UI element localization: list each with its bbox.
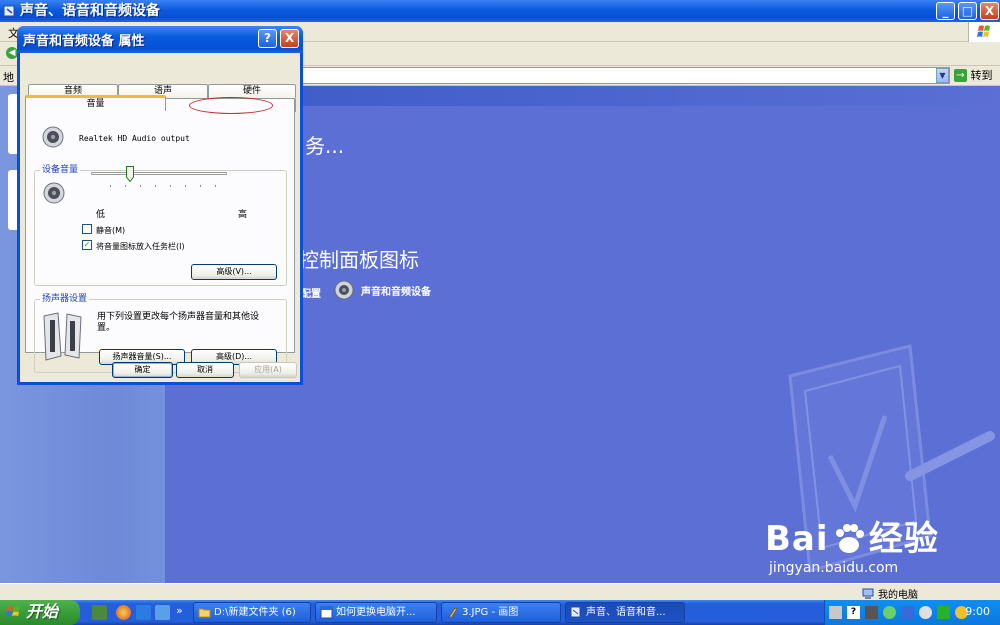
slider-tick [140, 185, 141, 187]
mute-label: 静音(M) [96, 226, 126, 235]
speaker-icon [334, 280, 354, 300]
speaker-settings-group-label: 扬声器设置 [40, 294, 90, 305]
volume-low-label: 低 [96, 210, 106, 220]
quicklaunch-media-icon[interactable] [155, 605, 170, 620]
taskbar-item-sound-devices[interactable]: 声音、语音和音... [565, 602, 685, 623]
baidu-logo-suffix: 经验 [868, 519, 939, 559]
dialog-body: 音频 语声 硬件 音量 声音 Realtek HD Audio output 设… [20, 53, 300, 382]
go-label: 转到 [970, 69, 993, 82]
speaker-description-line2: 置。 [97, 323, 116, 333]
maximize-button[interactable]: □ [958, 2, 977, 20]
advanced-volume-button[interactable]: 高级(V)... [191, 264, 277, 280]
slider-tick [215, 185, 216, 187]
taskbar-item-label: 3.JPG - 画图 [462, 607, 519, 618]
dialog-titlebar[interactable]: 声音和音频设备 属性 ? X [17, 26, 303, 53]
slider-tick [200, 185, 201, 187]
wifi-icon[interactable] [883, 606, 896, 619]
quicklaunch-ie-icon[interactable] [136, 605, 151, 620]
status-computer-label: 我的电脑 [878, 590, 918, 601]
dialog-title: 声音和音频设备 属性 [23, 34, 145, 49]
sound-properties-dialog: 声音和音频设备 属性 ? X 音频 语声 硬件 音量 声音 Realtek HD… [17, 26, 303, 385]
volume-slider-track[interactable] [91, 172, 227, 175]
mute-checkbox[interactable] [82, 224, 92, 234]
baidu-watermark: Bai 经验 jingyan.baidu.com [765, 511, 939, 576]
tab-volume[interactable]: 音量 [25, 95, 166, 111]
taskbar-item-folder[interactable]: D:\新建文件夹 (6) [193, 602, 311, 623]
dialog-close-button[interactable]: X [280, 29, 299, 48]
taskbar-item-paint[interactable]: 3.JPG - 画图 [441, 602, 561, 623]
slider-tick [155, 185, 156, 187]
device-volume-group-label: 设备音量 [40, 165, 81, 176]
cancel-button[interactable]: 取消 [176, 362, 234, 378]
computer-icon [862, 588, 874, 599]
status-bar: 我的电脑 [0, 583, 1000, 601]
close-button[interactable]: X [980, 2, 999, 20]
sound-devices-label: 声音和音频设备 [361, 286, 431, 298]
taskbar: 开始 » D:\新建文件夹 (6) 如何更换电脑开... 3.JPG - 画图 … [0, 600, 1000, 625]
tab-hardware[interactable]: 硬件 [208, 84, 296, 98]
sounds-tab-annotation-circle [189, 97, 273, 114]
volume-high-label: 高 [238, 210, 248, 220]
address-label: 地 [3, 71, 14, 84]
volume-icon[interactable] [919, 606, 932, 619]
paint-icon [447, 607, 458, 619]
go-arrow-icon: → [954, 68, 967, 82]
baidu-logo: Bai [765, 519, 829, 559]
windows-flag-icon [977, 25, 990, 37]
help-icon[interactable]: ? [847, 606, 860, 619]
windows-logo [968, 22, 1000, 42]
chevron-down-icon[interactable]: ▼ [936, 68, 949, 83]
tray-app-icon[interactable] [865, 606, 878, 619]
folder-icon [198, 608, 211, 618]
quicklaunch-browser-icon[interactable] [116, 605, 131, 620]
system-tray: ? 9:00 [824, 600, 1000, 625]
slider-tick [170, 185, 171, 187]
ok-button[interactable]: 确定 [112, 362, 173, 378]
browser-page-icon [320, 606, 333, 619]
baidu-site: jingyan.baidu.com [769, 560, 899, 576]
slider-tick [125, 185, 126, 187]
quicklaunch-show-desktop-icon[interactable] [92, 605, 107, 620]
start-label: 开始 [26, 602, 59, 621]
keyboard-icon[interactable] [829, 606, 842, 619]
speaker-icon [43, 182, 65, 204]
pick-task-heading: 务... [305, 134, 345, 158]
taskbar-item-label: 如何更换电脑开... [336, 607, 416, 618]
paw-icon [835, 524, 864, 553]
go-button[interactable]: → 转到 [954, 67, 998, 84]
control-panel-icon [3, 5, 15, 17]
help-button[interactable]: ? [258, 29, 277, 48]
speaker-description: 用下列设置更改每个扬声器音量和其他设 [97, 312, 260, 322]
speakers-icon [43, 312, 82, 361]
volume-slider-thumb[interactable] [126, 166, 134, 182]
taskbar-item-label: 声音、语音和音... [586, 607, 666, 618]
windows-flag-icon [6, 606, 20, 616]
taskbar-item-label: D:\新建文件夹 (6) [214, 607, 296, 618]
tray-icon-checkbox[interactable]: ✓ [82, 240, 92, 250]
network-icon[interactable] [901, 606, 914, 619]
speaker-icon [42, 126, 64, 148]
config-link[interactable]: 配置 [301, 285, 321, 300]
main-window-title: 声音、语音和音频设备 [20, 3, 160, 19]
main-titlebar[interactable]: 声音、语音和音频设备 _ □ X [0, 0, 1000, 22]
sound-devices-item[interactable]: 声音和音频设备 [333, 278, 431, 302]
device-name: Realtek HD Audio output [79, 134, 190, 143]
control-panel-icon [570, 606, 581, 618]
status-zone: 我的电脑 [862, 586, 918, 601]
clock[interactable]: 9:00 [965, 605, 990, 618]
quicklaunch-more-icon[interactable]: » [176, 604, 183, 617]
control-panel-icons-heading: 控制面板图标 [299, 248, 419, 272]
minimize-button[interactable]: _ [936, 2, 955, 20]
security-icon[interactable] [937, 606, 950, 619]
apply-button[interactable]: 应用(A) [239, 362, 297, 378]
start-button[interactable]: 开始 [0, 600, 80, 625]
slider-tick [110, 185, 111, 187]
tray-icon-label: 将音量图标放入任务栏(I) [96, 242, 185, 251]
taskbar-item-browser[interactable]: 如何更换电脑开... [315, 602, 437, 623]
slider-tick [185, 185, 186, 187]
address-input[interactable] [300, 67, 950, 84]
